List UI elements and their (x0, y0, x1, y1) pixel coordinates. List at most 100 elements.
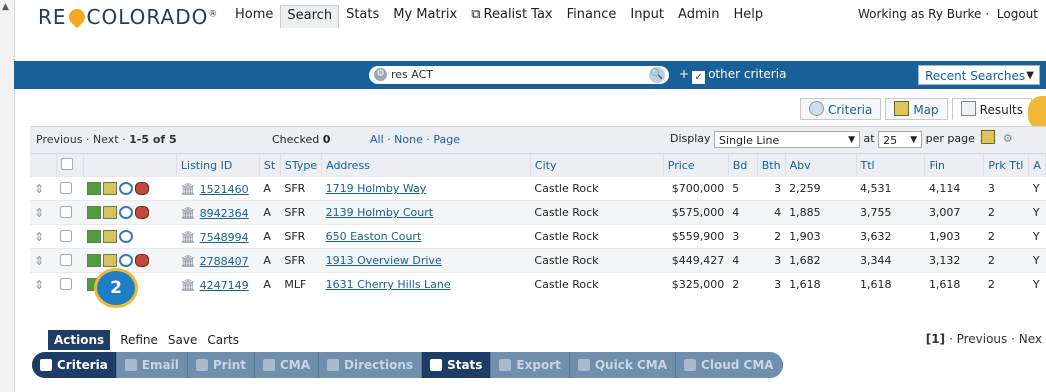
header-stype[interactable]: SType (280, 154, 323, 177)
document-icon[interactable] (103, 253, 118, 267)
tab-results[interactable]: Results (951, 98, 1032, 120)
virtual-tour-icon[interactable] (119, 181, 134, 195)
other-criteria-checkbox[interactable]: ✓ (692, 71, 706, 84)
gear-icon[interactable]: ⚙ (374, 68, 387, 81)
export-button[interactable]: Export (491, 352, 570, 378)
header-address[interactable]: Address (321, 154, 531, 177)
header-price[interactable]: Price (663, 154, 729, 177)
address-link[interactable]: 2139 Holmby Court (326, 206, 433, 219)
cma-button[interactable]: CMA (255, 352, 320, 378)
header-city[interactable]: City (530, 154, 664, 177)
scroll-up-icon[interactable]: ▲ (2, 2, 9, 12)
tab-save[interactable]: Save (168, 333, 197, 347)
logout-link[interactable]: Logout (997, 7, 1038, 21)
select-page-link[interactable]: Page (433, 133, 460, 146)
nav-help[interactable]: Help (726, 5, 770, 28)
bank-icon[interactable]: 🏛 (180, 230, 195, 244)
open-house-icon[interactable] (135, 205, 150, 219)
tab-carts[interactable]: Carts (207, 333, 239, 347)
bank-icon[interactable]: 🏛 (180, 254, 195, 268)
per-page-select[interactable]: 25 ▼ (878, 130, 923, 148)
document-icon[interactable] (103, 229, 118, 243)
header-fin[interactable]: Fin (924, 154, 985, 177)
header-abv[interactable]: Abv (785, 154, 857, 177)
nav-home[interactable]: Home (228, 5, 280, 28)
nav-realist-tax[interactable]: ⧉ Realist Tax (464, 5, 559, 28)
email-button[interactable]: Email (117, 352, 188, 378)
photo-icon[interactable] (87, 253, 102, 267)
nav-finance[interactable]: Finance (560, 5, 624, 28)
row-checkbox[interactable] (60, 205, 73, 218)
nav-my-matrix[interactable]: My Matrix (386, 5, 464, 28)
move-handle-icon[interactable]: ⇕ (30, 248, 57, 273)
header-ttl[interactable]: Ttl (856, 154, 926, 177)
search-icon[interactable]: 🔍 (649, 67, 665, 83)
recent-searches-dropdown[interactable]: Recent Searches ▼ (918, 65, 1040, 85)
address-link[interactable]: 1913 Overview Drive (326, 254, 442, 267)
photo-icon[interactable] (87, 229, 102, 243)
photo-icon[interactable] (87, 181, 102, 195)
listing-id-link[interactable]: 7548994 (200, 231, 249, 244)
previous-page-link[interactable]: · Previous · (949, 332, 1015, 346)
row-checkbox[interactable] (60, 253, 73, 266)
settings-gear-icon[interactable]: ⚙ (1003, 132, 1013, 145)
bank-icon[interactable]: 🏛 (180, 182, 195, 196)
current-page[interactable]: [1] (926, 332, 945, 346)
previous-link[interactable]: Previous (36, 133, 83, 146)
row-checkbox[interactable] (60, 181, 73, 194)
nav-stats[interactable]: Stats (339, 5, 386, 28)
cloud-cma-button[interactable]: Cloud CMA (676, 352, 783, 378)
print-button[interactable]: Print (188, 352, 255, 378)
nav-search[interactable]: Search (280, 5, 340, 28)
directions-button[interactable]: Directions (319, 352, 423, 378)
address-link[interactable]: 650 Easton Court (326, 230, 422, 243)
header-listing-id[interactable]: Listing ID (176, 154, 260, 177)
tab-refine[interactable]: Refine (120, 333, 158, 347)
listing-id-link[interactable]: 4247149 (200, 279, 249, 292)
address-link[interactable]: 1631 Cherry Hills Lane (326, 278, 451, 291)
move-handle-icon[interactable]: ⇕ (30, 176, 57, 201)
document-icon[interactable] (103, 181, 118, 195)
header-bd[interactable]: Bd (728, 154, 758, 177)
brand-logo[interactable]: RE COLORADO® (38, 5, 218, 29)
header-prk-ttl[interactable]: Prk Ttl (983, 154, 1030, 177)
other-criteria-toggle[interactable]: + ✓ other criteria (679, 67, 786, 84)
left-scrollbar[interactable]: ▲ (0, 0, 15, 392)
row-checkbox[interactable] (60, 277, 73, 290)
select-all-checkbox[interactable] (60, 158, 73, 170)
tab-actions[interactable]: Actions (48, 330, 111, 350)
next-link[interactable]: Next (93, 133, 119, 146)
select-none-link[interactable]: None (394, 133, 423, 146)
address-link[interactable]: 1719 Holmby Way (326, 182, 427, 195)
row-checkbox[interactable] (60, 229, 73, 242)
virtual-tour-icon[interactable] (119, 253, 134, 267)
export-grid-icon[interactable] (981, 130, 996, 144)
tab-criteria[interactable]: Criteria (799, 98, 882, 120)
quick-search-input[interactable]: ⚙ res ACT 🔍 (369, 66, 669, 84)
header-st[interactable]: St (259, 154, 281, 177)
bank-icon[interactable]: 🏛 (180, 206, 195, 220)
open-house-icon[interactable] (135, 253, 150, 267)
nav-input[interactable]: Input (623, 5, 671, 28)
nav-admin[interactable]: Admin (671, 5, 726, 28)
stats-button[interactable]: Stats (422, 352, 492, 378)
listing-id-link[interactable]: 2788407 (200, 255, 249, 268)
select-all-link[interactable]: All (370, 133, 384, 146)
tab-map[interactable]: Map (885, 98, 948, 120)
quick-cma-button[interactable]: Quick CMA (570, 352, 677, 378)
display-select[interactable]: Single Line ▼ (714, 130, 861, 148)
photo-icon[interactable] (87, 205, 102, 219)
virtual-tour-icon[interactable] (119, 205, 134, 219)
next-page-link[interactable]: Nex (1019, 332, 1042, 346)
move-handle-icon[interactable]: ⇕ (30, 200, 57, 225)
listing-id-link[interactable]: 8942364 (200, 207, 249, 220)
open-house-icon[interactable] (135, 181, 150, 195)
move-handle-icon[interactable]: ⇕ (30, 272, 57, 296)
document-icon[interactable] (103, 205, 118, 219)
listing-id-link[interactable]: 1521460 (200, 183, 249, 196)
header-bth[interactable]: Bth (757, 154, 786, 177)
virtual-tour-icon[interactable] (119, 229, 134, 243)
criteria-button[interactable]: Criteria (32, 352, 117, 378)
move-handle-icon[interactable]: ⇕ (30, 224, 57, 249)
header-extra[interactable]: A (1028, 154, 1046, 177)
